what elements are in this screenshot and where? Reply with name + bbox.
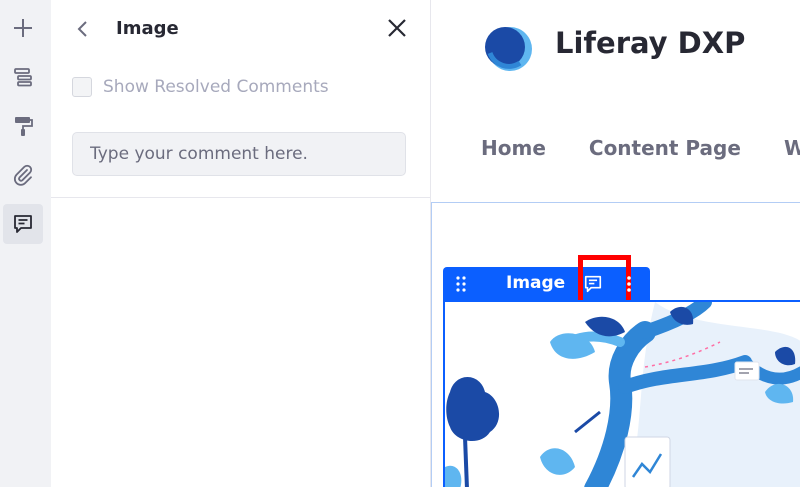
- chevron-left-icon: [77, 21, 87, 37]
- panel-title: Image: [116, 18, 179, 39]
- plus-icon: [14, 19, 32, 37]
- drag-handle-icon[interactable]: [453, 275, 469, 293]
- comment-input[interactable]: [72, 132, 406, 176]
- tree-illustration: [445, 302, 800, 487]
- options-kebab-icon[interactable]: [625, 275, 633, 293]
- fragment-name: Image: [506, 273, 566, 293]
- liferay-logo: [485, 27, 532, 71]
- back-button[interactable]: [73, 16, 93, 42]
- paperclip-icon: [14, 164, 33, 186]
- show-resolved-toggle[interactable]: Show Resolved Comments: [72, 74, 329, 100]
- show-resolved-label: Show Resolved Comments: [103, 77, 329, 97]
- nav-item-more[interactable]: W: [784, 136, 800, 160]
- look-and-feel-button[interactable]: [3, 106, 43, 146]
- panel-header: Image: [51, 0, 430, 60]
- site-navigation: Home Content Page W: [481, 136, 800, 160]
- paint-roller-icon: [15, 117, 33, 136]
- nav-item-content-page[interactable]: Content Page: [589, 136, 741, 160]
- comments-panel: Image Show Resolved Comments: [51, 0, 431, 487]
- site-name: Liferay DXP: [555, 26, 746, 60]
- nav-item-home[interactable]: Home: [481, 136, 546, 160]
- panel-divider: [51, 197, 430, 198]
- show-resolved-checkbox[interactable]: [72, 77, 92, 97]
- page-preview: Liferay DXP Home Content Page W Image: [431, 0, 800, 487]
- add-fragment-button[interactable]: [3, 8, 43, 48]
- close-icon: [388, 19, 406, 37]
- close-button[interactable]: [384, 15, 410, 41]
- page-structure-button[interactable]: [3, 57, 43, 97]
- fragment-topper[interactable]: Image: [443, 255, 650, 309]
- product-menu-rail: [0, 0, 52, 487]
- mappings-button[interactable]: [3, 155, 43, 195]
- image-fragment[interactable]: [443, 300, 800, 487]
- page-structure-icon: [14, 68, 32, 87]
- comments-icon: [14, 215, 32, 233]
- comments-button[interactable]: [3, 204, 43, 244]
